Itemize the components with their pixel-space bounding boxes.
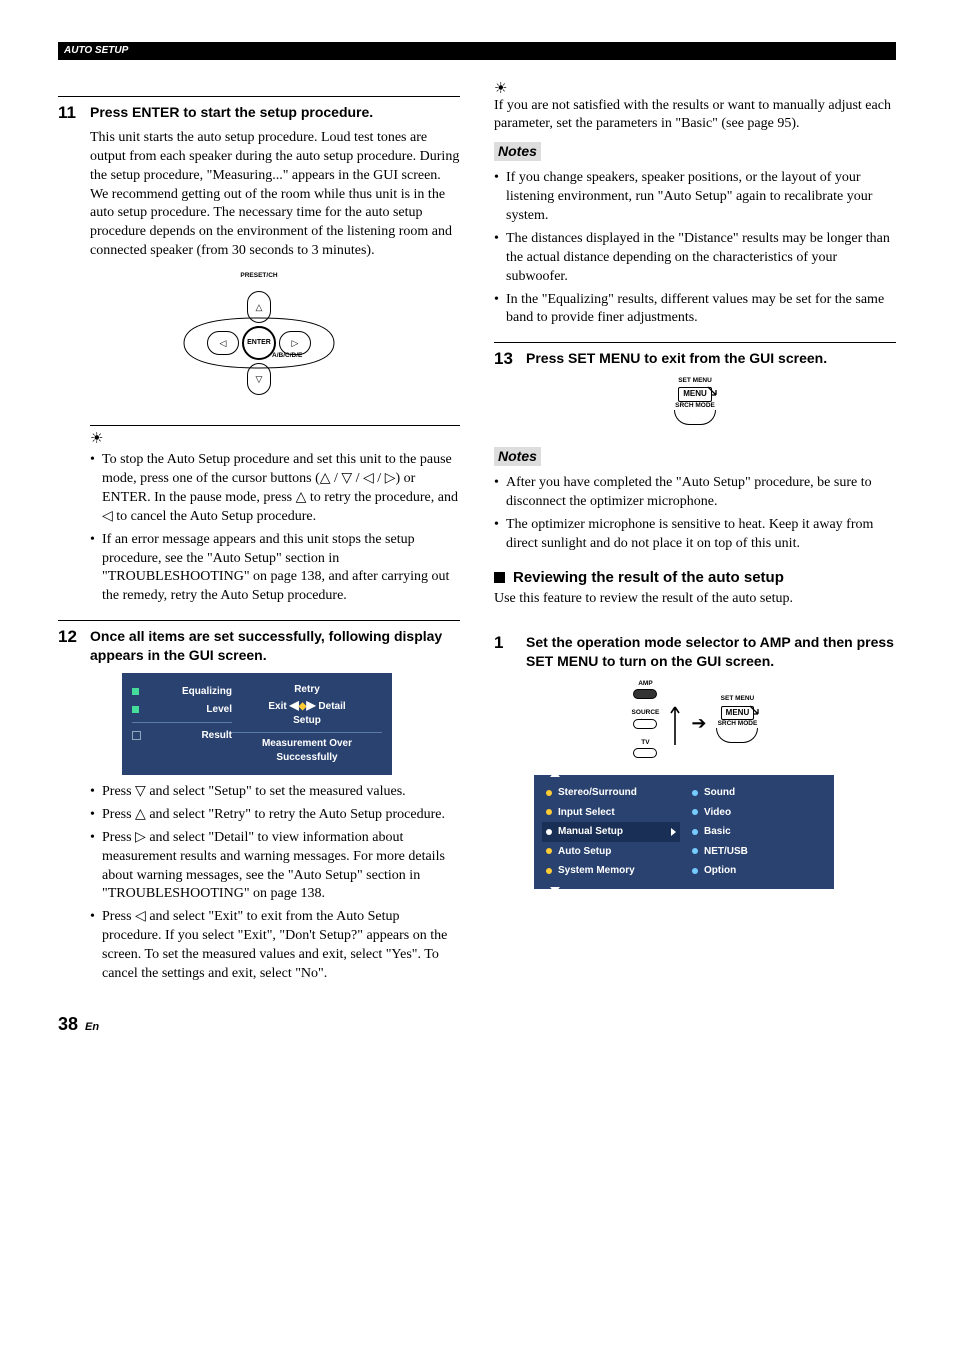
notes-heading: Notes	[494, 142, 541, 161]
step-heading: Once all items are set successfully, fol…	[90, 627, 460, 665]
dpad-label-bottom: A/B/C/D/E	[272, 353, 302, 360]
gui-menu-screen: Stereo/Surround Input Select Manual Setu…	[534, 775, 834, 889]
scroll-down-icon	[550, 887, 560, 893]
step-number: 11	[58, 103, 80, 123]
tip-text: If you are not satisfied with the result…	[494, 97, 896, 135]
notes-heading: Notes	[494, 447, 541, 466]
dot-icon	[546, 868, 552, 874]
dot-icon	[692, 809, 698, 815]
key-label: SRCH MODE	[716, 721, 758, 728]
tip-list: To stop the Auto Setup procedure and set…	[90, 451, 460, 606]
right-arrow-icon: ➔	[691, 711, 706, 735]
step-bullets: Press ▽ and select "Setup" to set the me…	[90, 783, 460, 984]
dpad-up-icon: △	[247, 291, 271, 323]
step-number: 12	[58, 627, 80, 647]
dpad-label-top: PRESET/CH	[154, 273, 364, 280]
menu-item: NET/USB	[688, 842, 826, 862]
mode-selector-diagram: AMP SOURCE TV ➔ SET MENU MENU SRCH MODE	[585, 681, 805, 765]
notes-list: If you change speakers, speaker position…	[494, 169, 896, 328]
dot-icon	[692, 848, 698, 854]
dpad-down-icon: ▽	[247, 363, 271, 395]
step-13: 13 Press SET MENU to exit from the GUI s…	[494, 342, 896, 431]
selector-pill-icon	[633, 719, 657, 729]
selector-pill-icon	[633, 689, 657, 699]
selector-pill-icon	[633, 748, 657, 758]
press-arrow-icon	[748, 704, 762, 718]
list-item: If you change speakers, speaker position…	[494, 169, 896, 226]
step-heading: Press ENTER to start the setup procedure…	[90, 103, 373, 122]
step-12: 12 Once all items are set successfully, …	[58, 620, 460, 984]
list-item: The distances displayed in the "Distance…	[494, 230, 896, 287]
menu-item: Stereo/Surround	[542, 783, 680, 803]
list-item: Press △ and select "Retry" to retry the …	[90, 806, 460, 825]
scroll-up-icon	[550, 771, 560, 777]
list-item: If an error message appears and this uni…	[90, 531, 460, 607]
mode-label: SOURCE	[632, 710, 660, 717]
check-icon	[132, 688, 139, 695]
dot-icon	[546, 809, 552, 815]
page-columns: 11 Press ENTER to start the setup proced…	[58, 82, 896, 988]
list-item: Press ◁ and select "Exit" to exit from t…	[90, 908, 460, 984]
menu-item: Basic	[688, 822, 826, 842]
step-body: This unit starts the auto setup procedur…	[90, 129, 460, 261]
list-item: Press ▷ and select "Detail" to view info…	[90, 829, 460, 905]
chevron-right-icon	[671, 828, 676, 836]
check-icon	[132, 706, 139, 713]
dot-icon	[546, 829, 552, 835]
remote-dpad-diagram: PRESET/CH △ ◁ ENTER ▷ ▽ A/B/C/D/E	[154, 273, 364, 413]
right-column: ☀ If you are not satisfied with the resu…	[494, 82, 896, 988]
menu-item: Option	[688, 861, 826, 881]
list-item: To stop the Auto Setup procedure and set…	[90, 451, 460, 527]
menu-item-selected: Manual Setup	[542, 822, 680, 842]
step-1: 1 Set the operation mode selector to AMP…	[494, 623, 896, 888]
section-intro: Use this feature to review the result of…	[494, 590, 896, 609]
dot-icon	[546, 848, 552, 854]
box-icon	[132, 731, 141, 740]
step-number: 1	[494, 633, 516, 653]
dot-icon	[692, 868, 698, 874]
rocker-icon	[716, 728, 758, 743]
up-arrow-icon	[669, 701, 681, 745]
list-item: Press ▽ and select "Setup" to set the me…	[90, 783, 460, 802]
dpad-left-icon: ◁	[207, 331, 239, 355]
menu-item: Input Select	[542, 803, 680, 823]
dpad-enter-icon: ENTER	[242, 326, 276, 360]
page-header: AUTO SETUP	[58, 42, 896, 60]
step-number: 13	[494, 349, 516, 369]
list-item: The optimizer microphone is sensitive to…	[494, 516, 896, 554]
press-arrow-icon	[706, 385, 720, 399]
left-column: 11 Press ENTER to start the setup proced…	[58, 82, 460, 988]
gui-msg: Successfully	[232, 751, 382, 765]
step-11: 11 Press ENTER to start the setup proced…	[58, 96, 460, 607]
menu-key-diagram: SET MENU MENU SRCH MODE	[635, 378, 755, 432]
dot-icon	[546, 790, 552, 796]
menu-item: System Memory	[542, 861, 680, 881]
tip-block: ☀ To stop the Auto Setup procedure and s…	[90, 425, 460, 606]
notes-list: After you have completed the "Auto Setup…	[494, 474, 896, 554]
dot-icon	[692, 829, 698, 835]
menu-item: Auto Setup	[542, 842, 680, 862]
menu-item: Video	[688, 803, 826, 823]
step-heading: Set the operation mode selector to AMP a…	[526, 633, 896, 671]
gui-result-screen: Equalizing Level Result Retry Exit ◀◆▶ D…	[122, 673, 392, 775]
list-item: In the "Equalizing" results, different v…	[494, 291, 896, 329]
rocker-icon	[674, 410, 716, 425]
gui-retry: Retry	[232, 683, 382, 697]
gui-msg: Measurement Over	[232, 737, 382, 751]
page-number: 38 En	[58, 1012, 896, 1036]
hint-icon: ☀	[494, 82, 896, 97]
gui-setup: Setup	[232, 714, 382, 728]
gui-item: Level	[206, 703, 232, 717]
step-heading: Press SET MENU to exit from the GUI scre…	[526, 349, 827, 368]
dot-icon	[692, 790, 698, 796]
menu-item: Sound	[688, 783, 826, 803]
square-bullet-icon	[494, 572, 505, 583]
section-heading: Reviewing the result of the auto setup	[494, 568, 896, 588]
list-item: After you have completed the "Auto Setup…	[494, 474, 896, 512]
hint-icon: ☀	[90, 432, 460, 447]
gui-item: Result	[201, 729, 232, 743]
gui-nav-row: Exit ◀◆▶ Detail	[232, 697, 382, 714]
gui-item: Equalizing	[182, 685, 232, 699]
